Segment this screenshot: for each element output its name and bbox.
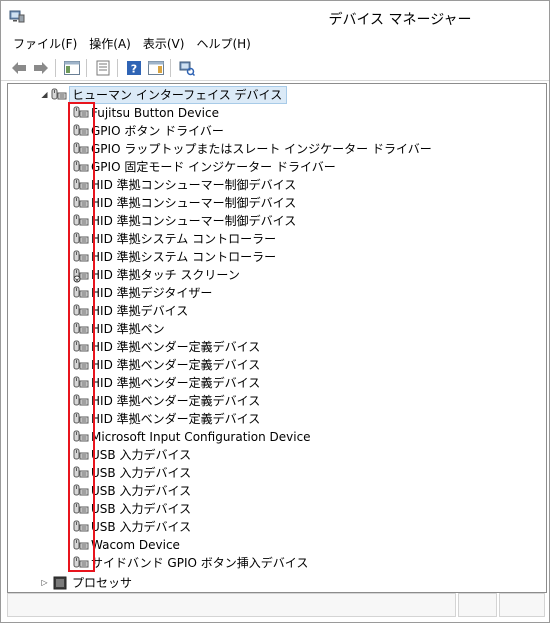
tree-device-label[interactable]: USB 入力デバイス xyxy=(91,464,191,482)
tree-device-label[interactable]: USB 入力デバイス xyxy=(91,500,191,518)
tree-device-label[interactable]: HID 準拠システム コントローラー xyxy=(91,248,276,266)
tree-device-label[interactable]: HID 準拠システム コントローラー xyxy=(91,230,276,248)
forward-arrow-icon[interactable] xyxy=(31,58,51,78)
tree-device-label[interactable]: サイドバンド GPIO ボタン挿入デバイス xyxy=(91,554,308,572)
tree-device-label[interactable]: HID 準拠コンシューマー制御デバイス xyxy=(91,194,296,212)
tree-device-label[interactable]: Wacom Device xyxy=(91,536,180,554)
action-pane-icon[interactable] xyxy=(146,58,166,78)
status-bar xyxy=(7,593,545,617)
menu-help[interactable]: ヘルプ(H) xyxy=(190,34,256,54)
device-manager-window: デバイス マネージャー ファイル(F) 操作(A) 表示(V) ヘルプ(H) ? xyxy=(0,0,550,623)
tree-device-label[interactable]: GPIO ラップトップまたはスレート インジケーター ドライバー xyxy=(91,140,432,158)
hid-category-icon xyxy=(51,88,67,100)
tree-device-label[interactable]: HID 準拠デバイス xyxy=(91,302,188,320)
tree-device-label[interactable]: HID 準拠ベンダー定義デバイス xyxy=(91,356,260,374)
show-hide-console-tree-icon[interactable] xyxy=(62,58,82,78)
tree-device-label[interactable]: HID 準拠ペン xyxy=(91,320,165,338)
toolbar: ? xyxy=(1,55,549,81)
collapse-triangle-icon[interactable]: ◢ xyxy=(40,90,49,99)
tree-device-label[interactable]: HID 準拠デジタイザー xyxy=(91,284,212,302)
device-tree[interactable]: ◢ ヒューマン インターフェイス デバイス Fujitsu Button Dev… xyxy=(7,83,547,593)
tree-device-label[interactable]: HID 準拠ベンダー定義デバイス xyxy=(91,392,260,410)
help-icon[interactable]: ? xyxy=(124,58,144,78)
highlight-box xyxy=(68,102,95,572)
tree-device-label[interactable]: GPIO ボタン ドライバー xyxy=(91,122,224,140)
tree-device-label[interactable]: Microsoft Input Configuration Device xyxy=(91,428,311,446)
status-cell xyxy=(499,593,545,617)
tree-device-label[interactable]: GPIO 固定モード インジケーター ドライバー xyxy=(91,158,336,176)
tree-device-label[interactable]: USB 入力デバイス xyxy=(91,482,191,500)
tree-category-label[interactable]: プロセッサ xyxy=(70,574,134,592)
menu-bar: ファイル(F) 操作(A) 表示(V) ヘルプ(H) xyxy=(1,34,549,54)
title-bar: デバイス マネージャー xyxy=(1,1,549,34)
tree-category-label[interactable]: ヒューマン インターフェイス デバイス xyxy=(69,86,288,104)
back-arrow-icon[interactable] xyxy=(9,58,29,78)
tree-device-label[interactable]: HID 準拠タッチ スクリーン xyxy=(91,266,240,284)
toolbar-separator xyxy=(86,58,87,77)
tree-device-label[interactable]: HID 準拠ベンダー定義デバイス xyxy=(91,374,260,392)
tree-device-label[interactable]: HID 準拠ベンダー定義デバイス xyxy=(91,410,260,428)
toolbar-separator xyxy=(55,58,56,77)
scan-hardware-icon[interactable] xyxy=(177,58,197,78)
tree-device-label[interactable]: USB 入力デバイス xyxy=(91,518,191,536)
menu-view[interactable]: 表示(V) xyxy=(137,34,191,54)
toolbar-separator xyxy=(117,58,118,77)
expand-triangle-icon[interactable]: ▷ xyxy=(40,578,49,587)
window-title: デバイス マネージャー xyxy=(328,12,472,28)
menu-file[interactable]: ファイル(F) xyxy=(7,34,83,54)
tree-device-label[interactable]: USB 入力デバイス xyxy=(91,446,191,464)
menu-action[interactable]: 操作(A) xyxy=(83,34,137,54)
status-cell xyxy=(457,593,498,617)
status-cell xyxy=(7,593,456,617)
tree-device-label[interactable]: HID 準拠コンシューマー制御デバイス xyxy=(91,176,296,194)
toolbar-separator xyxy=(170,58,171,77)
tree-device-label[interactable]: HID 準拠コンシューマー制御デバイス xyxy=(91,212,296,230)
processor-icon xyxy=(53,576,67,590)
tree-device-label[interactable]: Fujitsu Button Device xyxy=(91,104,219,122)
properties-icon[interactable] xyxy=(93,58,113,78)
svg-text:?: ? xyxy=(131,62,137,75)
tree-device-label[interactable]: HID 準拠ベンダー定義デバイス xyxy=(91,338,260,356)
